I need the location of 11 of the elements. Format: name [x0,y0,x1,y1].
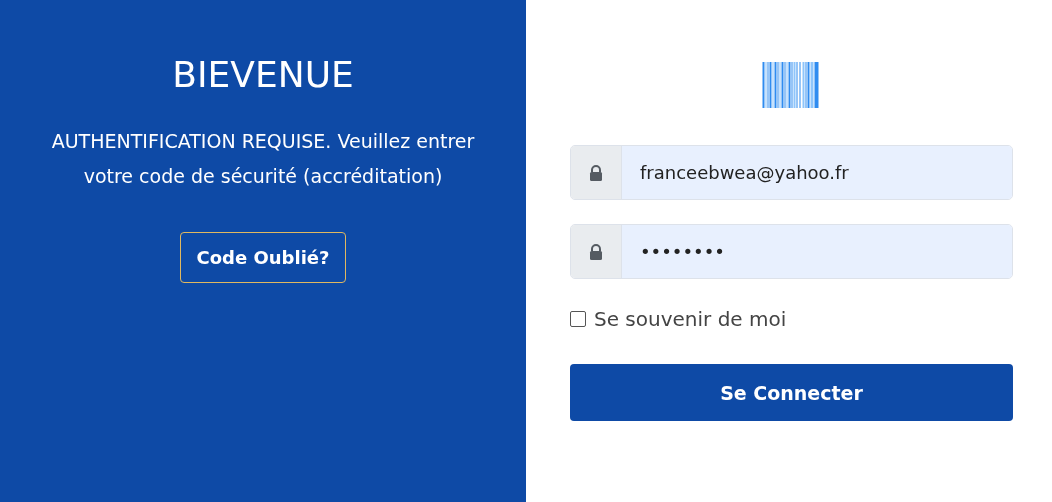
forgot-code-button[interactable]: Code Oublié? [179,232,347,283]
password-field[interactable]: •••••••• [570,224,1013,279]
remember-checkbox[interactable] [570,311,586,327]
login-button[interactable]: Se Connecter [570,364,1013,421]
authentication-message: AUTHENTIFICATION REQUISE. Veuillez entrer votre code de sécurité (accréditation) [50,129,476,189]
lock-icon [589,243,603,260]
lock-icon [589,164,603,181]
email-field[interactable]: franceebwea@yahoo.fr [570,145,1013,200]
barcode-logo-icon [760,62,821,108]
welcome-title: BIEVENUE [172,53,354,97]
remember-label: Se souvenir de moi [594,307,787,331]
